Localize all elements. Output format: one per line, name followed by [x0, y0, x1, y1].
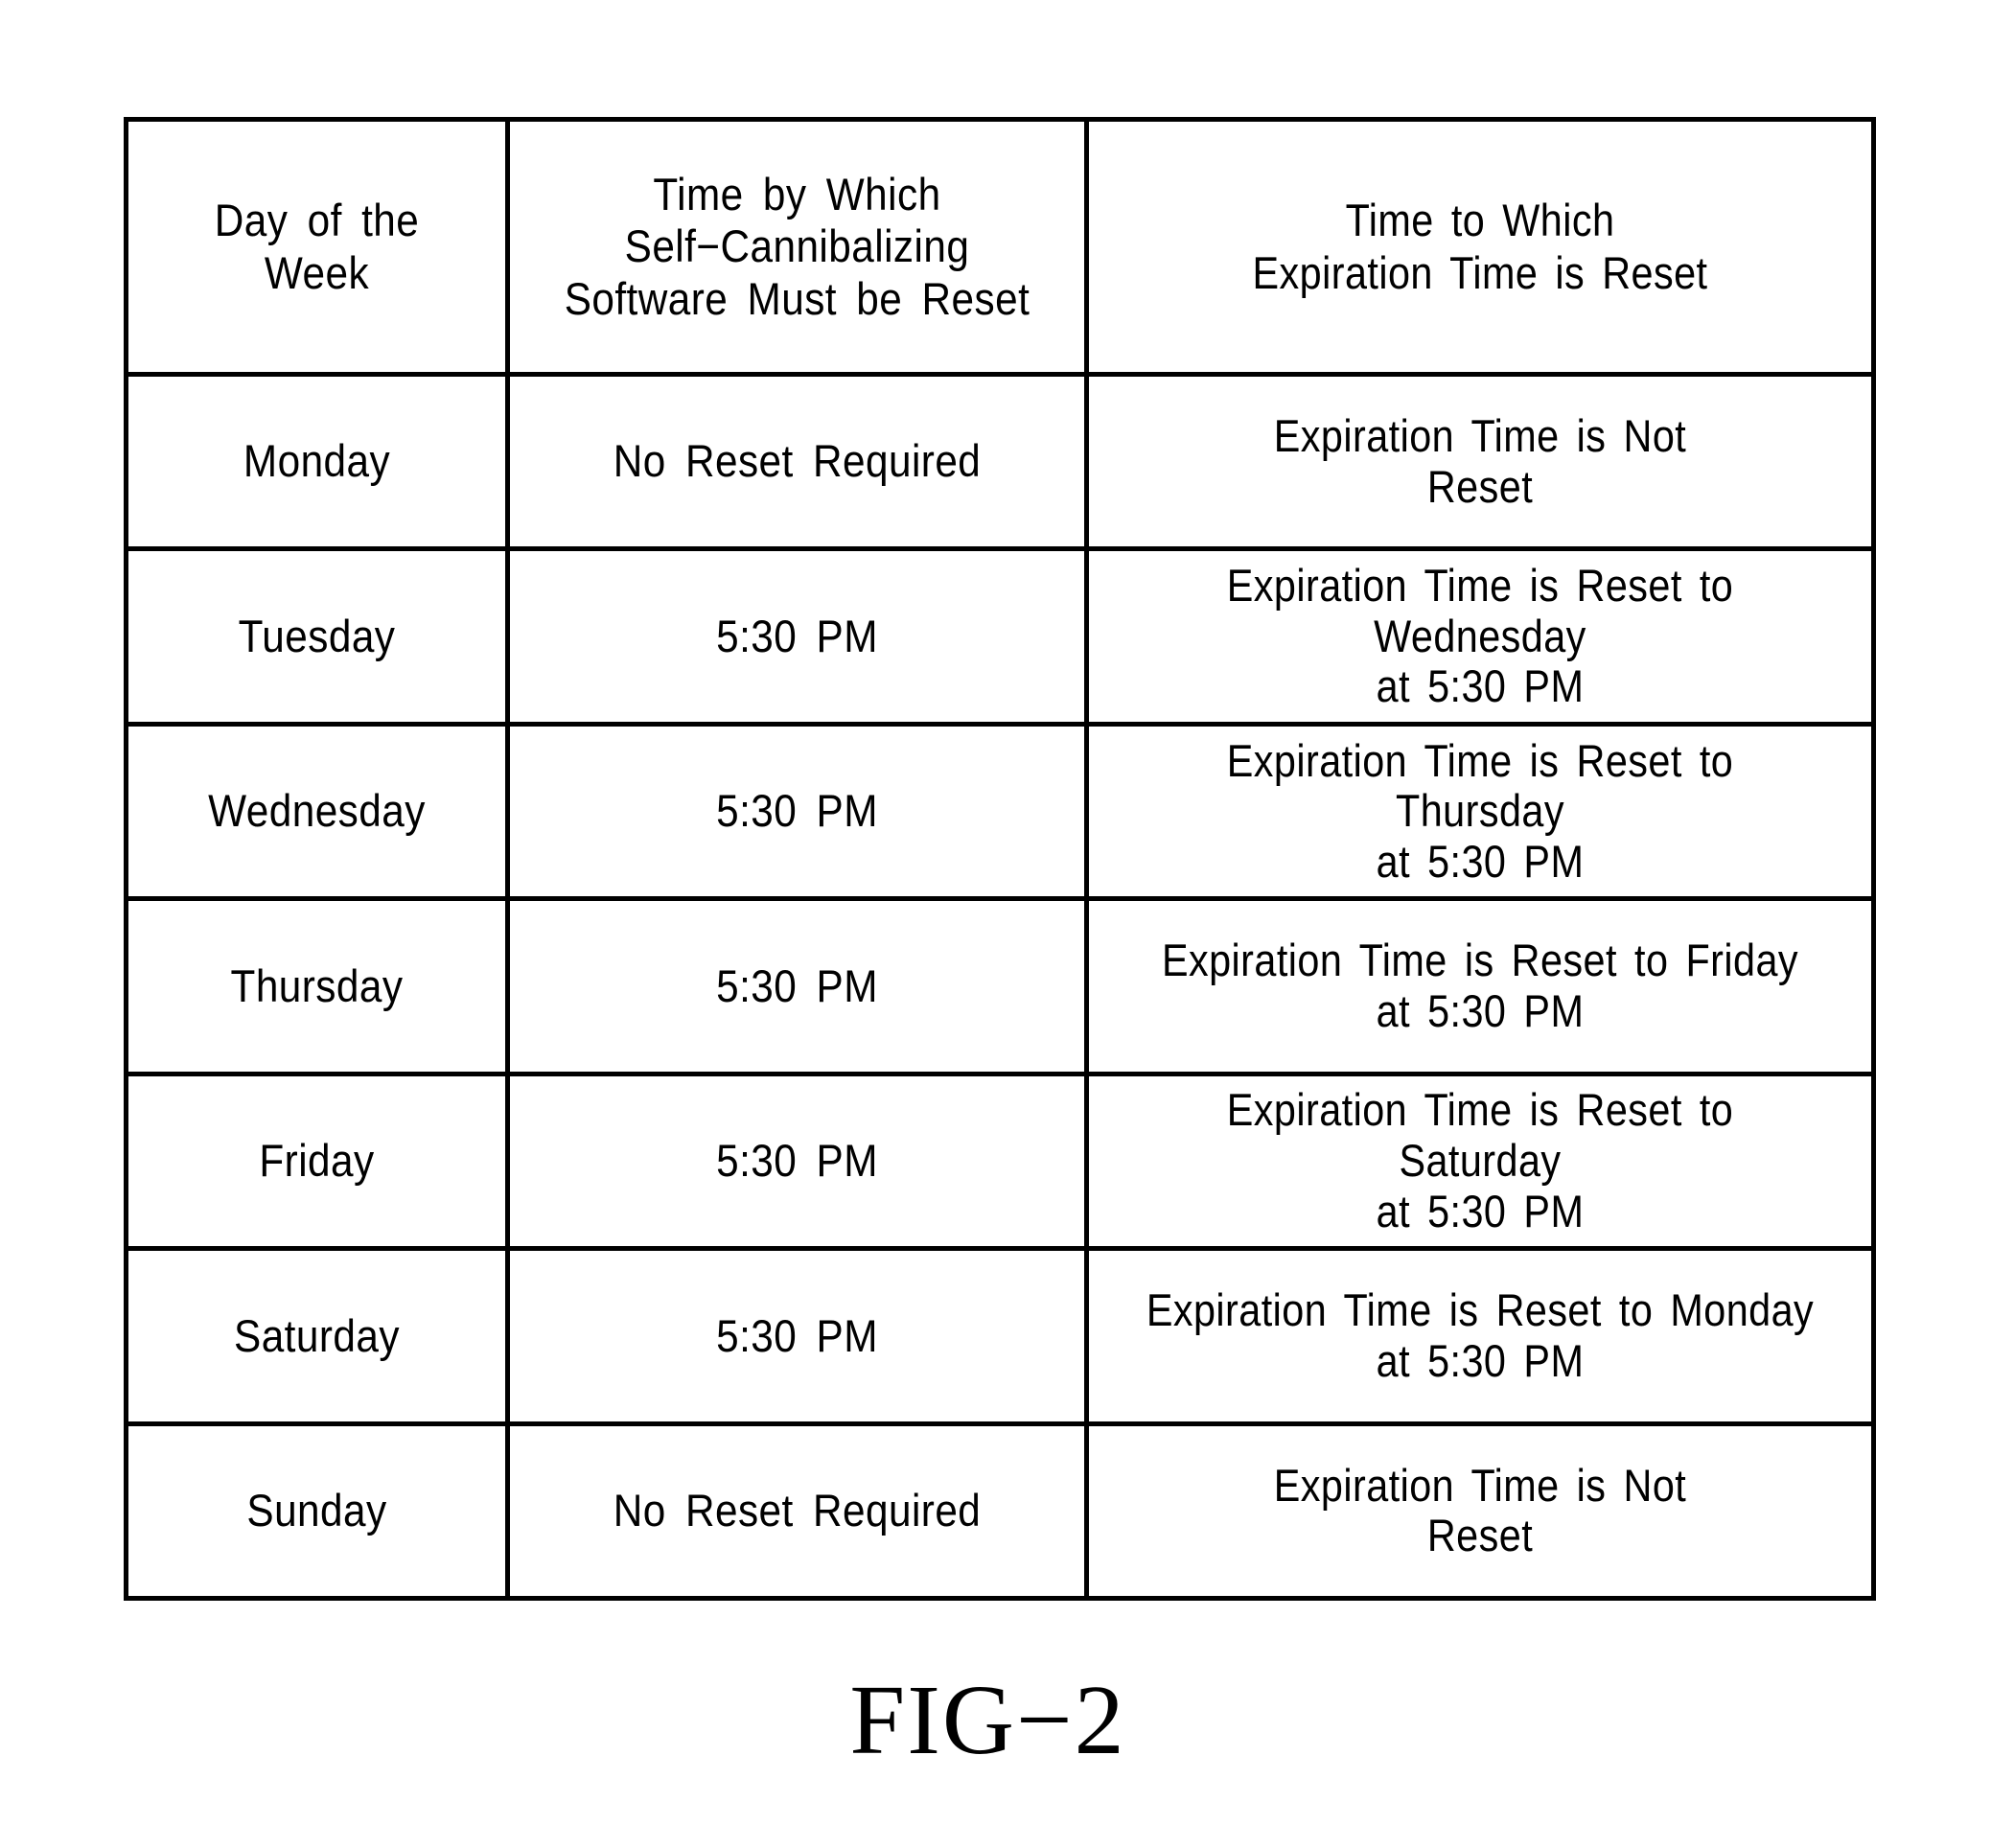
cell-reset-to-value: Expiration Time is Reset to Thursday at …: [1226, 734, 1734, 887]
cell-day: Thursday: [124, 896, 510, 1076]
cell-day-value: Friday: [259, 1135, 375, 1187]
cell-reset-by: 5:30 PM: [505, 1071, 1089, 1252]
cell-reset-to-value: Expiration Time is Reset to Saturday at …: [1226, 1084, 1734, 1236]
header-row: Day of the Week Time by Which Self−Canni…: [124, 117, 1876, 377]
cell-reset-by-value: 5:30 PM: [716, 1309, 878, 1361]
cell-reset-by: 5:30 PM: [505, 546, 1089, 727]
table-row: Friday 5:30 PM Expiration Time is Reset …: [124, 1071, 1876, 1252]
cell-reset-to-value: Expiration Time is Reset to Friday at 5:…: [1161, 935, 1799, 1036]
cell-day-value: Wednesday: [208, 785, 426, 837]
cell-day: Saturday: [124, 1246, 510, 1426]
cell-reset-by-value: 5:30 PM: [716, 1135, 878, 1187]
table-row: Wednesday 5:30 PM Expiration Time is Res…: [124, 721, 1876, 902]
cell-reset-to: Expiration Time is Reset to Thursday at …: [1084, 721, 1876, 902]
cell-reset-to: Expiration Time is Not Reset: [1084, 371, 1876, 552]
cell-reset-to: Expiration Time is Reset to Friday at 5:…: [1084, 896, 1876, 1076]
cell-reset-by-value: No Reset Required: [613, 1484, 982, 1536]
cell-reset-to: Expiration Time is Reset to Wednesday at…: [1084, 546, 1876, 727]
cell-reset-to-value: Expiration Time is Not Reset: [1273, 410, 1687, 512]
table-row: Saturday 5:30 PM Expiration Time is Rese…: [124, 1246, 1876, 1426]
column-header-reset-to-label: Time to Which Expiration Time is Reset: [1252, 195, 1708, 298]
cell-day-value: Thursday: [230, 959, 404, 1011]
cell-reset-by-value: 5:30 PM: [716, 785, 878, 837]
cell-reset-by: 5:30 PM: [505, 721, 1089, 902]
column-header-reset-by: Time by Which Self−Cannibalizing Softwar…: [505, 117, 1089, 377]
cell-reset-by: 5:30 PM: [505, 1246, 1089, 1426]
cell-day: Wednesday: [124, 721, 510, 902]
column-header-day: Day of the Week: [124, 117, 510, 377]
table-row: Monday No Reset Required Expiration Time…: [124, 371, 1876, 552]
cell-reset-by: 5:30 PM: [505, 896, 1089, 1076]
cell-day: Sunday: [124, 1421, 510, 1602]
cell-reset-to-value: Expiration Time is Not Reset: [1273, 1459, 1687, 1561]
cell-day-value: Tuesday: [238, 610, 396, 661]
table-row: Sunday No Reset Required Expiration Time…: [124, 1421, 1876, 1602]
cell-reset-by: No Reset Required: [505, 371, 1089, 552]
figure-caption: FIG−2: [0, 1663, 1991, 1777]
cell-reset-by-value: No Reset Required: [613, 435, 982, 487]
cell-day-value: Monday: [243, 435, 391, 487]
table-row: Tuesday 5:30 PM Expiration Time is Reset…: [124, 546, 1876, 727]
column-header-day-label: Day of the Week: [214, 195, 420, 298]
column-header-reset-by-label: Time by Which Self−Cannibalizing Softwar…: [564, 169, 1030, 324]
cell-reset-to-value: Expiration Time is Reset to Wednesday at…: [1226, 560, 1734, 712]
cell-reset-to: Expiration Time is Reset to Saturday at …: [1084, 1071, 1876, 1252]
cell-reset-to-value: Expiration Time is Reset to Monday at 5:…: [1146, 1284, 1815, 1386]
cell-day: Tuesday: [124, 546, 510, 727]
cell-day-value: Sunday: [246, 1484, 387, 1536]
cell-day: Friday: [124, 1071, 510, 1252]
cell-reset-to: Expiration Time is Reset to Monday at 5:…: [1084, 1246, 1876, 1426]
cell-reset-to: Expiration Time is Not Reset: [1084, 1421, 1876, 1602]
figure-caption-label: FIG−2: [849, 1665, 1126, 1775]
schedule-table: Day of the Week Time by Which Self−Canni…: [124, 117, 1876, 1602]
column-header-reset-to: Time to Which Expiration Time is Reset: [1084, 117, 1876, 377]
cell-day: Monday: [124, 371, 510, 552]
cell-day-value: Saturday: [234, 1309, 400, 1361]
table-header: Day of the Week Time by Which Self−Canni…: [124, 117, 1876, 377]
figure-sheet: Day of the Week Time by Which Self−Canni…: [0, 0, 1991, 1848]
cell-reset-by-value: 5:30 PM: [716, 610, 878, 661]
table-row: Thursday 5:30 PM Expiration Time is Rese…: [124, 896, 1876, 1076]
cell-reset-by-value: 5:30 PM: [716, 959, 878, 1011]
cell-reset-by: No Reset Required: [505, 1421, 1089, 1602]
table-body: Monday No Reset Required Expiration Time…: [124, 371, 1876, 1602]
